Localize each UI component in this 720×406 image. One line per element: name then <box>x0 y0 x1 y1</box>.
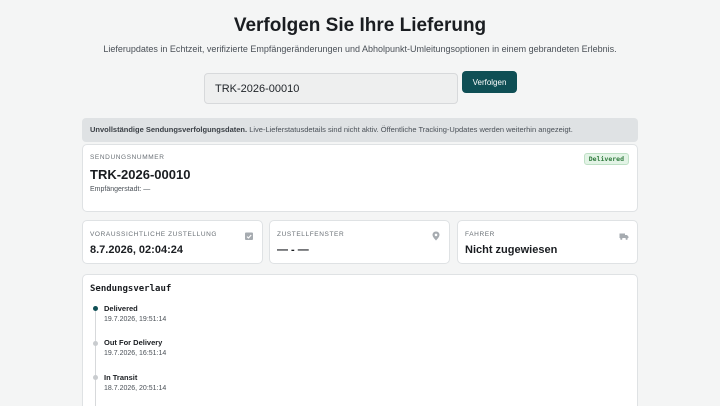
history-title: Sendungsverlauf <box>90 284 172 294</box>
delivery-window-value: — - — <box>277 244 309 256</box>
shipment-card: Sendungsnummer TRK-2026-00010 Empfängers… <box>82 144 638 212</box>
estimated-delivery-value: 8.7.2026, 02:04:24 <box>90 244 183 256</box>
timeline-event: Delivered 19.7.2026, 19:51:14 <box>104 304 166 323</box>
status-badge: Delivered <box>583 153 629 165</box>
timeline-event: In Transit 18.7.2026, 20:51:14 <box>104 373 166 392</box>
shipment-number: TRK-2026-00010 <box>90 167 191 182</box>
driver-card: Fahrer Nicht zugewiesen <box>457 220 638 264</box>
delivery-window-label: Zustellfenster <box>277 231 345 238</box>
event-time: 19.7.2026, 16:51:14 <box>104 350 167 357</box>
event-status: Delivered <box>104 304 138 313</box>
event-status: In Transit <box>104 373 138 382</box>
incomplete-data-notice: Unvollständige Sendungsverfolgungsdaten.… <box>82 118 638 142</box>
location-pin-icon <box>432 231 440 241</box>
delivery-window-card: Zustellfenster — - — <box>269 220 450 264</box>
timeline-dot <box>93 341 98 346</box>
driver-value: Nicht zugewiesen <box>465 244 558 256</box>
notice-text: Live-Lieferstatusdetails sind nicht akti… <box>247 125 573 134</box>
notice-title: Unvollständige Sendungsverfolgungsdaten. <box>90 125 248 134</box>
page-title: Verfolgen Sie Ihre Lieferung <box>233 15 487 36</box>
timeline-event: Out For Delivery 19.7.2026, 16:51:14 <box>104 338 166 357</box>
driver-label: Fahrer <box>465 231 495 238</box>
shipment-history-card: Sendungsverlauf Delivered 19.7.2026, 19:… <box>82 274 638 406</box>
recipient-city: Empfängerstadt: — <box>90 186 151 193</box>
truck-icon <box>619 233 629 240</box>
event-time: 19.7.2026, 19:51:14 <box>104 316 167 323</box>
event-status: Out For Delivery <box>104 338 163 347</box>
timeline-dot <box>93 375 98 380</box>
timeline-dot <box>93 306 98 311</box>
estimated-delivery-label: Voraussichtliche Zustellung <box>90 231 218 238</box>
track-button[interactable]: Verfolgen <box>462 71 517 93</box>
estimated-delivery-card: Voraussichtliche Zustellung 8.7.2026, 02… <box>82 220 263 264</box>
calendar-icon <box>245 232 253 240</box>
page-subtitle: Lieferupdates in Echtzeit, verifizierte … <box>103 44 617 54</box>
shipment-number-label: Sendungsnummer <box>90 154 165 161</box>
event-time: 18.7.2026, 20:51:14 <box>104 385 167 392</box>
tracking-number-input[interactable] <box>204 73 458 104</box>
timeline-line <box>95 309 96 406</box>
